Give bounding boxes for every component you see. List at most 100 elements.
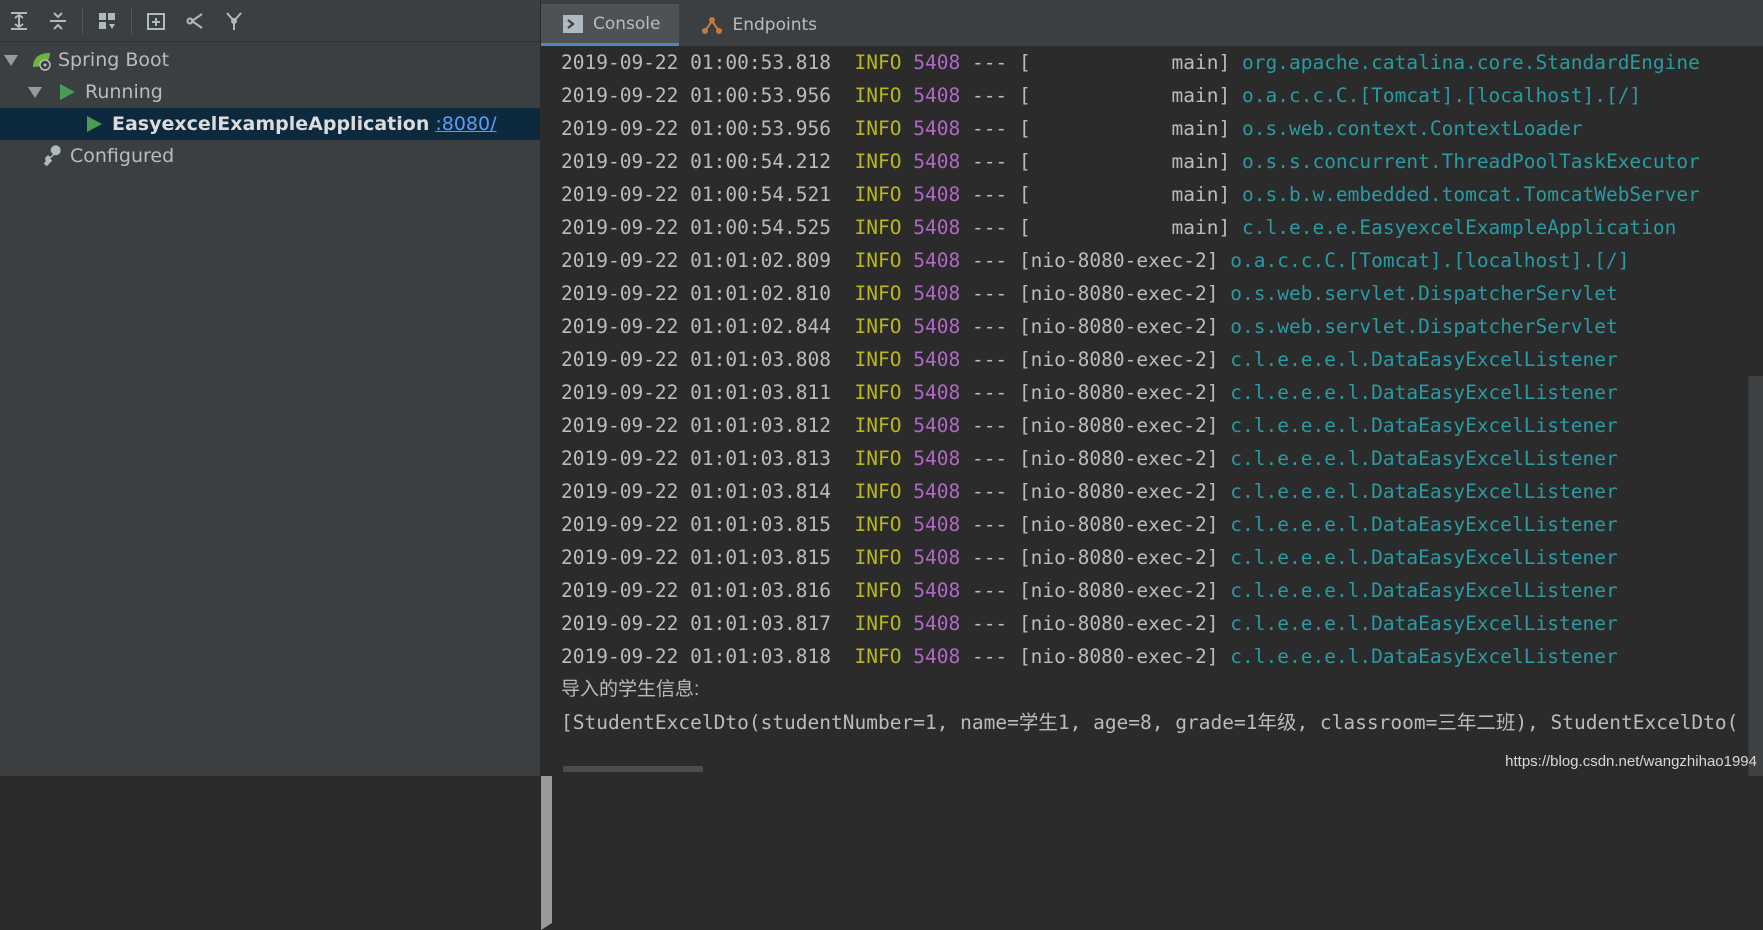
fork-icon[interactable] (219, 6, 249, 36)
run-output-panel: Console Endpoints 2019-09-22 01:00:53.81… (541, 0, 1763, 776)
new-service-icon[interactable] (141, 6, 171, 36)
log-thread: [nio-8080-exec-2] (1018, 348, 1219, 371)
vertical-scrollbar[interactable] (1748, 376, 1763, 776)
app-name-label: EasyexcelExampleApplication (112, 113, 430, 135)
tab-endpoints[interactable]: Endpoints (679, 4, 836, 46)
log-date: 2019-09-22 01:01:03.811 (561, 381, 832, 404)
log-thread: [nio-8080-exec-2] (1018, 645, 1219, 668)
log-logger: c.l.e.e.e.l.DataEasyExcelListener (1230, 414, 1618, 437)
log-date: 2019-09-22 01:00:53.956 (561, 84, 832, 107)
log-logger: c.l.e.e.e.EasyexcelExampleApplication (1242, 216, 1677, 239)
log-date: 2019-09-22 01:01:03.813 (561, 447, 832, 470)
console-output[interactable]: 2019-09-22 01:00:53.818 INFO 5408 --- [ … (541, 46, 1763, 776)
log-thread: [nio-8080-exec-2] (1018, 249, 1219, 272)
endpoints-icon (701, 17, 722, 34)
services-toolbar (0, 0, 540, 42)
log-level: INFO (854, 51, 902, 74)
filter-icon[interactable] (180, 6, 210, 36)
expand-arrow-icon[interactable] (28, 86, 42, 98)
log-date: 2019-09-22 01:01:03.816 (561, 579, 832, 602)
group-by-icon[interactable] (92, 6, 122, 36)
log-date: 2019-09-22 01:00:54.521 (561, 183, 832, 206)
port-link[interactable]: :8080/ (435, 113, 496, 135)
log-thread: [ main] (1018, 183, 1231, 206)
log-date: 2019-09-22 01:01:02.810 (561, 282, 832, 305)
log-date: 2019-09-22 01:01:03.812 (561, 414, 832, 437)
horizontal-scrollbar[interactable] (563, 766, 703, 772)
log-separator: --- (971, 315, 1008, 338)
log-date: 2019-09-22 01:00:54.212 (561, 150, 832, 173)
log-date: 2019-09-22 01:01:03.818 (561, 645, 832, 668)
log-logger: c.l.e.e.e.l.DataEasyExcelListener (1230, 447, 1618, 470)
log-level: INFO (854, 579, 902, 602)
log-level: INFO (854, 381, 902, 404)
log-pid: 5408 (913, 612, 961, 635)
tree-node-easyexcel-app[interactable]: EasyexcelExampleApplication :8080/ (0, 108, 540, 140)
log-date: 2019-09-22 01:01:02.844 (561, 315, 832, 338)
log-level: INFO (854, 645, 902, 668)
log-line: 2019-09-22 01:01:03.818 INFO 5408 --- [n… (561, 640, 1741, 673)
run-icon (87, 116, 102, 132)
log-level: INFO (854, 183, 902, 206)
log-thread: [nio-8080-exec-2] (1018, 381, 1219, 404)
tree-node-running[interactable]: Running (0, 76, 540, 108)
log-logger: o.s.s.concurrent.ThreadPoolTaskExecutor (1242, 150, 1700, 173)
log-date: 2019-09-22 01:01:03.817 (561, 612, 832, 635)
log-line: 2019-09-22 01:00:54.521 INFO 5408 --- [ … (561, 178, 1741, 211)
log-thread: [nio-8080-exec-2] (1018, 480, 1219, 503)
log-thread: [nio-8080-exec-2] (1018, 315, 1219, 338)
log-level: INFO (854, 612, 902, 635)
log-logger: o.s.b.w.embedded.tomcat.TomcatWebServer (1242, 183, 1700, 206)
log-pid: 5408 (913, 579, 961, 602)
wrench-icon (42, 145, 64, 167)
log-date: 2019-09-22 01:01:02.809 (561, 249, 832, 272)
log-pid: 5408 (913, 150, 961, 173)
log-level: INFO (854, 480, 902, 503)
log-line: 2019-09-22 01:00:53.818 INFO 5408 --- [ … (561, 46, 1741, 79)
log-logger: o.s.web.context.ContextLoader (1242, 117, 1583, 140)
log-separator: --- (971, 645, 1008, 668)
log-separator: --- (971, 381, 1008, 404)
log-pid: 5408 (913, 84, 961, 107)
log-logger: org.apache.catalina.core.StandardEngine (1242, 51, 1700, 74)
tab-label: Endpoints (732, 15, 818, 35)
spring-boot-icon (30, 49, 54, 71)
services-panel: Spring Boot Running EasyexcelExampleAppl… (0, 0, 1763, 930)
log-level: INFO (854, 150, 902, 173)
log-date: 2019-09-22 01:00:53.818 (561, 51, 832, 74)
log-separator: --- (971, 117, 1008, 140)
tree-node-configured[interactable]: Configured (0, 140, 1763, 930)
log-logger: c.l.e.e.e.l.DataEasyExcelListener (1230, 381, 1618, 404)
expand-arrow-icon[interactable] (4, 54, 18, 66)
tree-node-label: Spring Boot (58, 49, 170, 71)
tab-console[interactable]: Console (541, 4, 679, 46)
log-separator: --- (971, 414, 1008, 437)
log-line: 2019-09-22 01:01:03.814 INFO 5408 --- [n… (561, 475, 1741, 508)
toolbar-separator (82, 7, 83, 34)
log-pid: 5408 (913, 315, 961, 338)
log-level: INFO (854, 546, 902, 569)
log-level: INFO (854, 348, 902, 371)
log-line: 2019-09-22 01:01:03.816 INFO 5408 --- [n… (561, 574, 1741, 607)
log-pid: 5408 (913, 546, 961, 569)
log-thread: [nio-8080-exec-2] (1018, 414, 1219, 437)
log-pid: 5408 (913, 480, 961, 503)
log-logger: c.l.e.e.e.l.DataEasyExcelListener (1230, 612, 1618, 635)
log-separator: --- (971, 579, 1008, 602)
log-pid: 5408 (913, 117, 961, 140)
collapse-all-icon[interactable] (43, 6, 73, 36)
log-separator: --- (971, 249, 1008, 272)
log-separator: --- (971, 447, 1008, 470)
expand-all-icon[interactable] (4, 6, 34, 36)
log-date: 2019-09-22 01:00:53.956 (561, 117, 832, 140)
tab-label: Console (593, 13, 661, 34)
log-level: INFO (854, 513, 902, 536)
log-level: INFO (854, 282, 902, 305)
log-separator: --- (971, 84, 1008, 107)
run-icon (60, 84, 75, 100)
log-level: INFO (854, 216, 902, 239)
tree-node-spring-boot[interactable]: Spring Boot (0, 44, 540, 76)
import-header-line: 导入的学生信息: (561, 679, 700, 700)
log-logger: c.l.e.e.e.l.DataEasyExcelListener (1230, 579, 1618, 602)
log-line: 2019-09-22 01:01:03.808 INFO 5408 --- [n… (561, 343, 1741, 376)
